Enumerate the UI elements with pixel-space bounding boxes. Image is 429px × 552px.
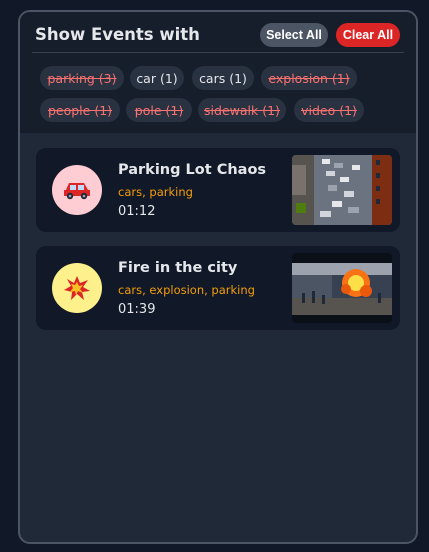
filter-chip-cars[interactable]: cars (1)	[192, 66, 254, 90]
filter-chip-car[interactable]: car (1)	[130, 66, 184, 90]
event-avatar	[52, 165, 102, 215]
car-icon	[64, 183, 90, 200]
event-time: 01:12	[118, 204, 156, 219]
select-all-button[interactable]: Select All	[260, 23, 328, 47]
event-avatar	[52, 263, 102, 313]
event-tags: cars, parking	[118, 185, 193, 199]
filter-chip-people[interactable]: people (1)	[40, 98, 120, 122]
clear-all-button[interactable]: Clear All	[336, 23, 400, 47]
filter-chip-pole[interactable]: pole (1)	[126, 98, 192, 122]
event-title: Parking Lot Chaos	[118, 162, 267, 178]
panel-title: Show Events with	[35, 25, 200, 44]
parking-lot-thumbnail[interactable]	[292, 155, 392, 225]
events-filter-panel: Show Events with Select All Clear All pa…	[18, 10, 418, 544]
event-time: 01:39	[118, 302, 156, 317]
explosion-icon	[64, 276, 90, 300]
event-tags: cars, explosion, parking	[118, 283, 255, 297]
event-card-parking-lot-chaos[interactable]: Parking Lot Chaos cars, parking 01:12	[36, 148, 400, 232]
filter-chip-explosion[interactable]: explosion (1)	[261, 66, 357, 90]
panel-header: Show Events with Select All Clear All pa…	[20, 12, 416, 133]
filter-chip-parking[interactable]: parking (3)	[40, 66, 124, 90]
street-fire-thumbnail[interactable]	[292, 253, 392, 323]
filter-chip-video[interactable]: video (1)	[294, 98, 364, 122]
filter-chip-sidewalk[interactable]: sidewalk (1)	[198, 98, 286, 122]
event-title: Fire in the city	[118, 260, 238, 276]
header-divider	[32, 52, 404, 53]
event-card-fire-in-the-city[interactable]: Fire in the city cars, explosion, parkin…	[36, 246, 400, 330]
